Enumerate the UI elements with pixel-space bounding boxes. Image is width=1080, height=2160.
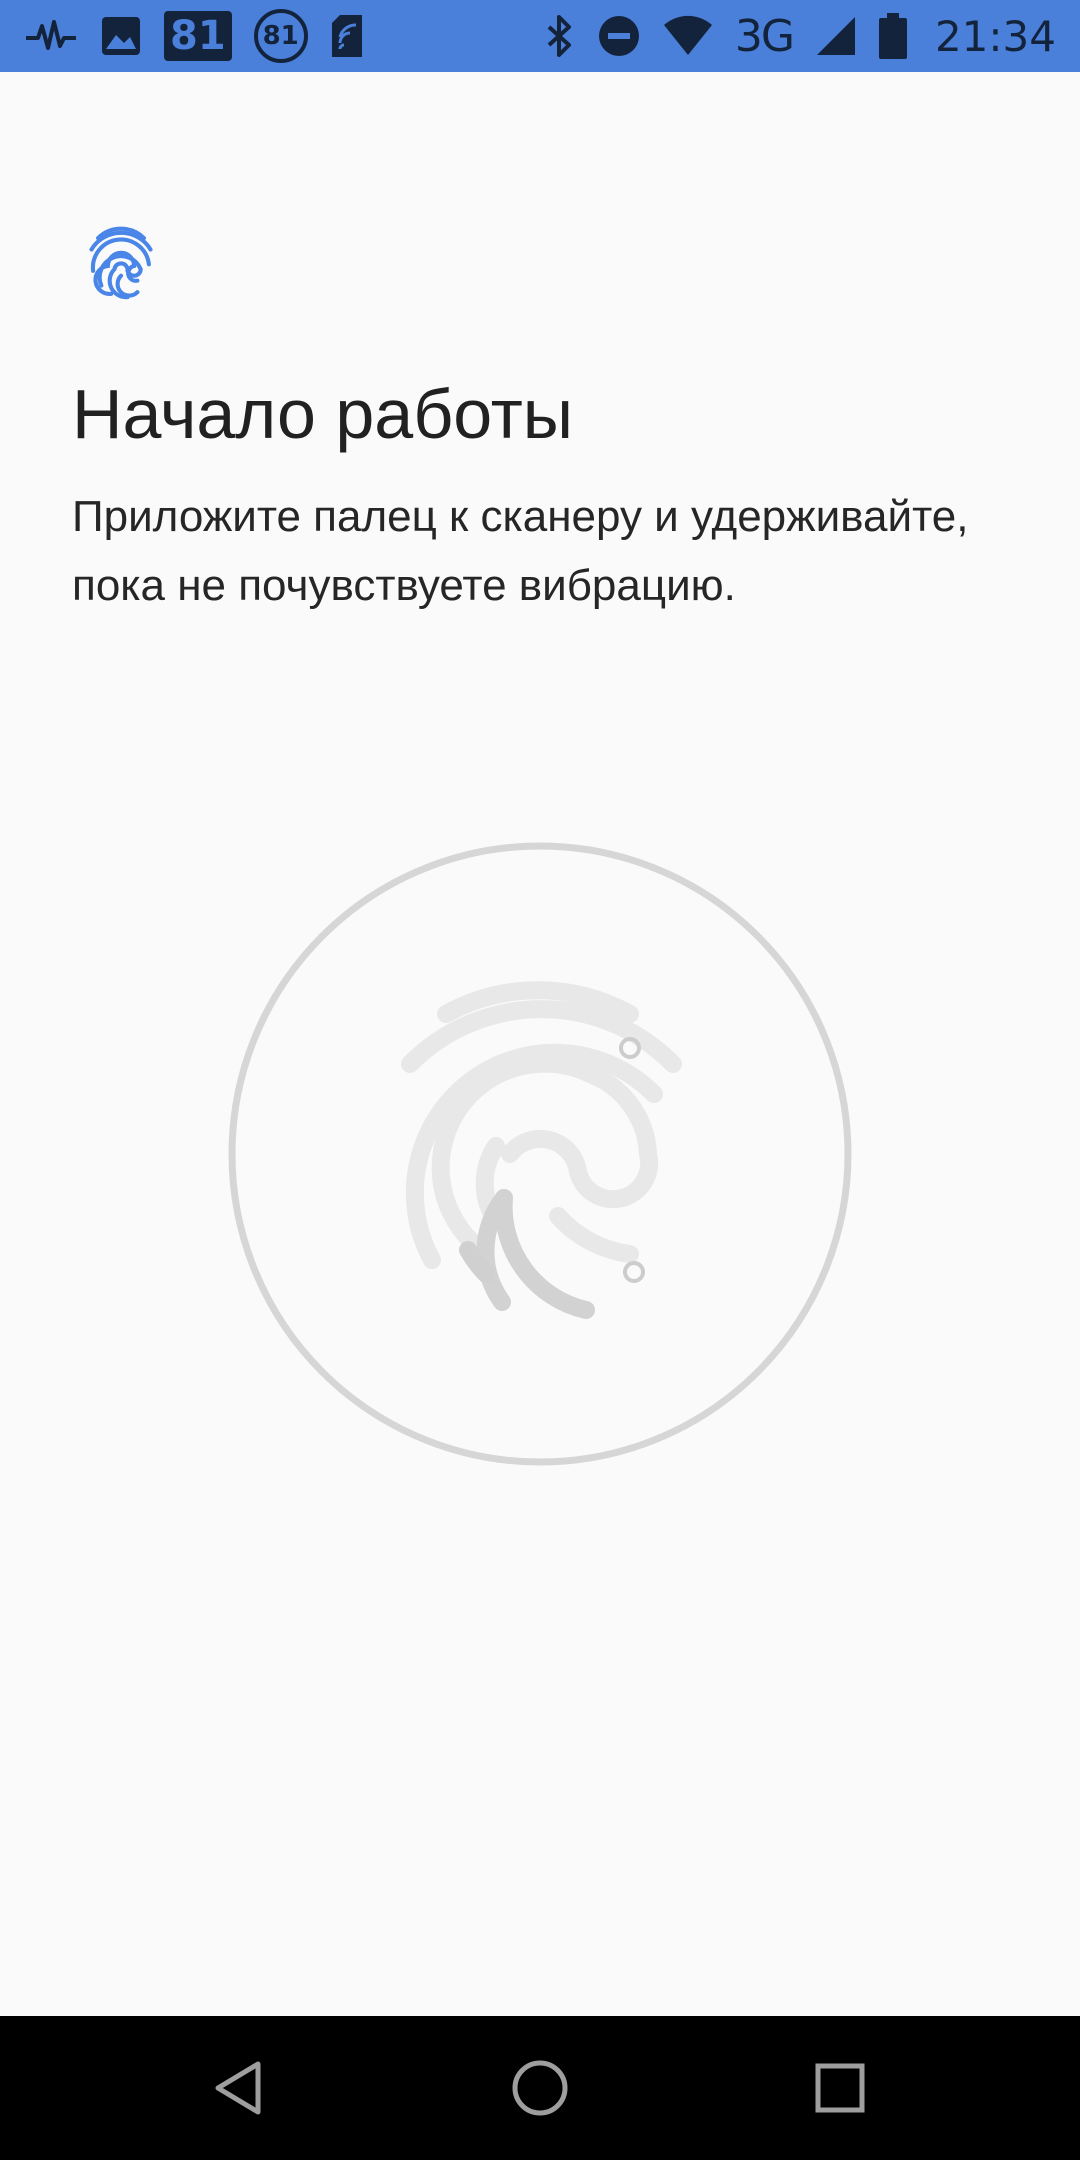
- status-bar-clock: 21:34: [934, 11, 1056, 61]
- do-not-disturb-icon: [597, 14, 641, 58]
- fingerprint-enrollment-screen: Начало работы Приложите палец к сканеру …: [0, 72, 1080, 2016]
- bluetooth-icon: [545, 13, 575, 59]
- notification-count-circle-badge: 81: [253, 9, 308, 63]
- signal-icon: [815, 15, 857, 57]
- fingerprint-icon: [401, 981, 682, 1319]
- page-description: Приложите палец к сканеру и удерживайте,…: [72, 492, 969, 610]
- wifi-icon: [663, 15, 713, 57]
- page-title: Начало работы: [72, 375, 574, 453]
- sim-card-icon: [330, 13, 364, 59]
- battery-icon: [878, 13, 907, 59]
- status-bar-system: 3G 21:34: [545, 11, 1056, 62]
- activity-icon: [24, 16, 78, 56]
- navigation-bar: [0, 2016, 1080, 2160]
- recents-icon[interactable]: [810, 2058, 870, 2118]
- sensor-progress-ring: [228, 842, 852, 1466]
- notification-count-badge: 81: [164, 11, 232, 61]
- network-type-label: 3G: [734, 10, 795, 62]
- fingerprint-icon: [80, 220, 162, 302]
- home-icon[interactable]: [510, 2058, 570, 2118]
- status-bar-notifications: 81 81: [24, 9, 364, 63]
- image-icon: [100, 15, 142, 57]
- back-icon[interactable]: [210, 2058, 270, 2118]
- fingerprint-sensor-indicator: [228, 842, 852, 1466]
- status-bar: 81 81 3G 21:34: [0, 0, 1080, 72]
